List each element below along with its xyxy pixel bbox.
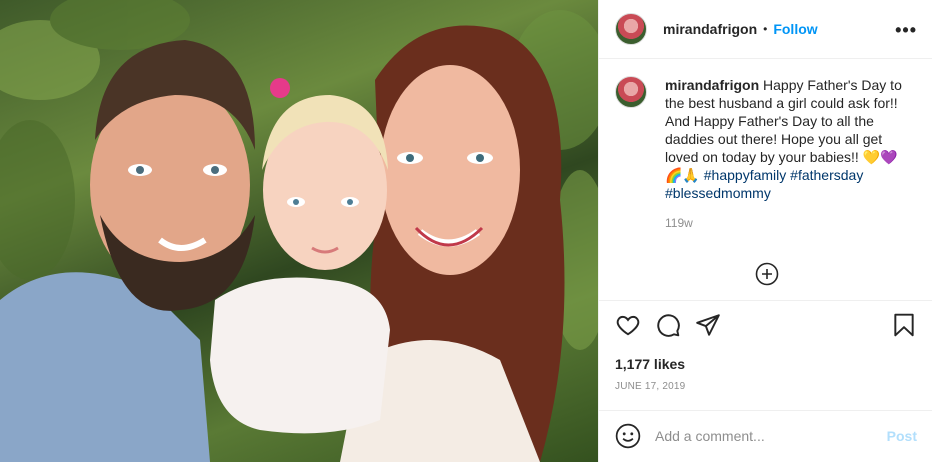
paper-plane-icon[interactable] [695,312,721,338]
family-photo-illustration [0,0,598,462]
plus-circle-icon[interactable] [755,262,779,286]
comment-icon[interactable] [655,312,681,338]
avatar[interactable] [615,13,647,45]
action-bar [615,312,917,340]
heart-icon[interactable] [615,312,641,338]
caption-username[interactable]: mirandafrigon [665,77,759,93]
hashtag[interactable]: #blessedmommy [665,185,771,201]
post-sidebar: mirandafrigon • Follow ••• mirandafrigon… [598,0,932,462]
comment-input[interactable] [655,428,875,444]
caption: mirandafrigon Happy Father's Day to the … [615,76,915,230]
smiley-icon[interactable] [615,423,641,449]
post-button[interactable]: Post [887,428,917,444]
post-photo[interactable] [0,0,598,462]
header-username[interactable]: mirandafrigon [663,21,757,37]
caption-text: mirandafrigon Happy Father's Day to the … [665,76,915,202]
divider [599,300,932,301]
hashtag[interactable]: #happyfamily [704,167,787,183]
hashtag[interactable]: #fathersday [790,167,863,183]
post-header: mirandafrigon • Follow ••• [599,0,932,59]
likes-count[interactable]: 1,177 likes [615,356,685,372]
post-date[interactable]: JUNE 17, 2019 [615,381,685,392]
comment-form: Post [615,422,917,450]
bookmark-icon[interactable] [891,312,917,338]
follow-button[interactable]: Follow [773,21,817,37]
divider [599,410,932,411]
header-separator: • [763,22,768,36]
caption-time-ago[interactable]: 119w [665,216,915,230]
caption-avatar[interactable] [615,76,647,108]
more-options-icon[interactable]: ••• [895,20,917,41]
